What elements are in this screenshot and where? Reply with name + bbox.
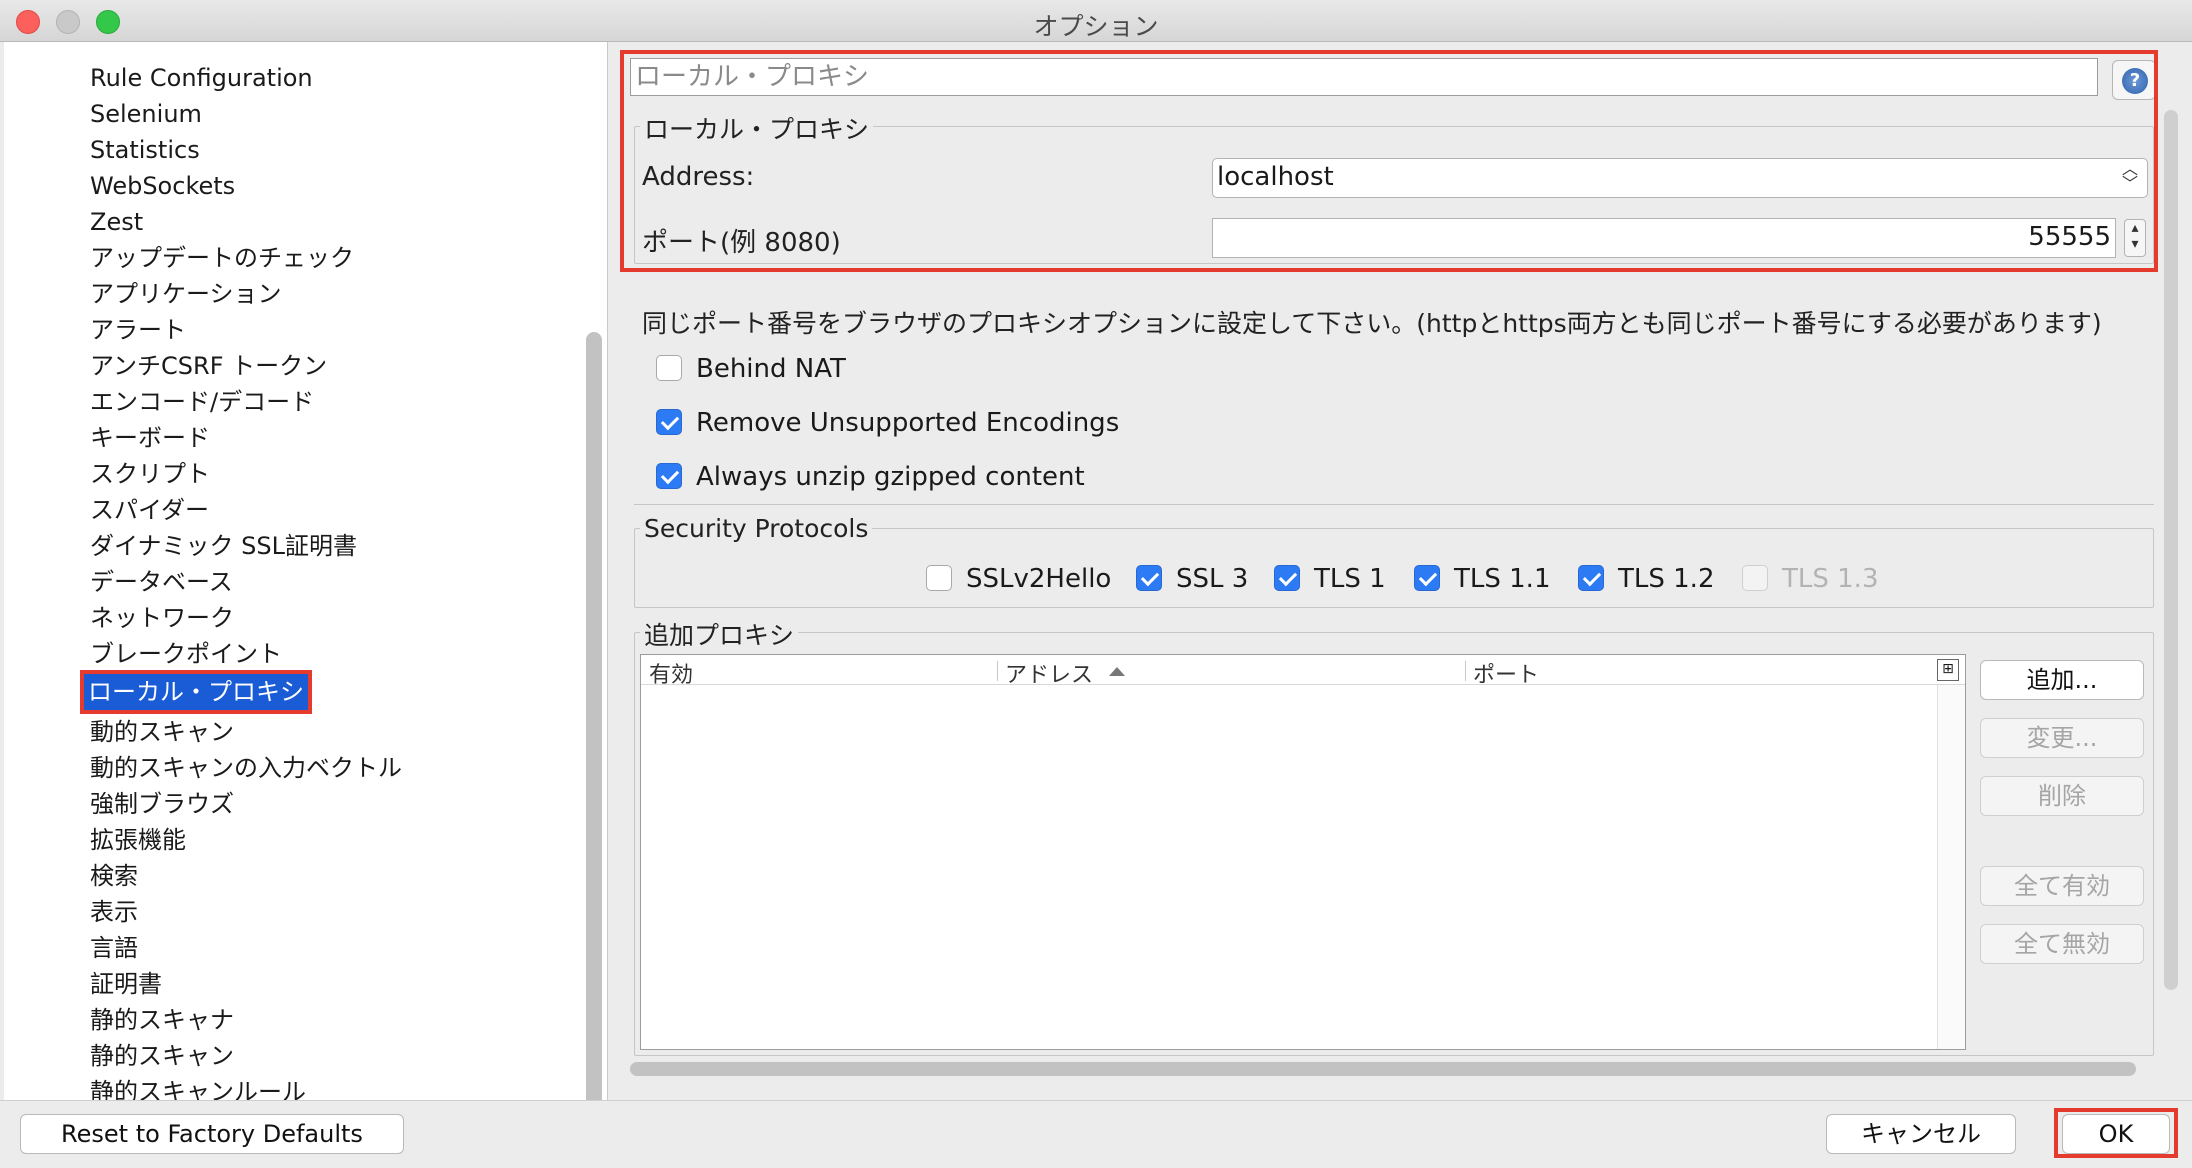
tree-item-passive-scan-rules[interactable]: 静的スキャンルール [86, 1074, 596, 1100]
tree-item-keyboard[interactable]: キーボード [86, 420, 596, 456]
tree-item-forced-browse[interactable]: 強制ブラウズ [86, 786, 596, 822]
options-tree-list: Rule Configuration Selenium Statistics W… [80, 42, 596, 1100]
column-header-enabled[interactable]: 有効 [649, 657, 693, 689]
tree-item-spider[interactable]: スパイダー [86, 492, 596, 528]
tree-item-passive-scanner[interactable]: 静的スキャナ [86, 1002, 596, 1038]
enable-all-button[interactable]: 全て有効 [1980, 866, 2144, 906]
tree-item-encode-decode[interactable]: エンコード/デコード [86, 384, 596, 420]
security-protocols-title: Security Protocols [640, 514, 873, 543]
tls11-checkbox[interactable]: TLS 1.1 [1414, 564, 1550, 594]
tls12-checkbox[interactable]: TLS 1.2 [1578, 564, 1714, 594]
column-header-address[interactable]: アドレス [1005, 657, 1093, 689]
tls13-checkbox: TLS 1.3 [1742, 564, 1878, 594]
panel-horizontal-scrollbar[interactable] [630, 1062, 2136, 1076]
tree-item-application[interactable]: アプリケーション [86, 276, 596, 312]
tree-item-certificates[interactable]: 証明書 [86, 966, 596, 1002]
sidebar-scrollbar[interactable] [586, 332, 602, 1100]
tree-item-active-scan[interactable]: 動的スキャン [86, 714, 596, 750]
tree-item-local-proxy[interactable]: ローカル・プロキシ [84, 674, 308, 710]
local-proxy-highlight [620, 50, 2158, 272]
table-header: 有効 アドレス ポート ⊞ [641, 655, 1965, 688]
tls1-checkbox[interactable]: TLS 1 [1274, 564, 1386, 594]
checkbox-checked-icon [1414, 565, 1440, 591]
tree-item-display[interactable]: 表示 [86, 894, 596, 930]
tree-item-language[interactable]: 言語 [86, 930, 596, 966]
checkbox-checked-icon [1274, 565, 1300, 591]
extra-proxy-title: 追加プロキシ [640, 616, 799, 652]
port-note: 同じポート番号をブラウザのプロキシオプションに設定して下さい。(httpとhtt… [642, 309, 2102, 338]
tree-item-rule-configuration[interactable]: Rule Configuration [86, 60, 596, 96]
checkbox-disabled-icon [1742, 565, 1768, 591]
options-window: オプション Rule Configuration Selenium Statis… [0, 0, 2192, 1168]
tree-item-anti-csrf[interactable]: アンチCSRF トークン [86, 348, 596, 384]
behind-nat-checkbox[interactable]: Behind NAT [656, 354, 846, 384]
divider [634, 504, 2154, 505]
tree-item-extensions[interactable]: 拡張機能 [86, 822, 596, 858]
column-separator [1465, 661, 1466, 681]
tree-item-zest[interactable]: Zest [86, 204, 596, 240]
always-unzip-checkbox[interactable]: Always unzip gzipped content [656, 462, 1085, 492]
tree-item-active-scan-input-vectors[interactable]: 動的スキャンの入力ベクトル [86, 750, 596, 786]
checkbox-unchecked-icon [656, 355, 682, 381]
ssl3-checkbox[interactable]: SSL 3 [1136, 564, 1248, 594]
modify-proxy-button[interactable]: 変更... [1980, 718, 2144, 758]
cancel-button[interactable]: キャンセル [1826, 1114, 2016, 1154]
tree-item-scripts[interactable]: スクリプト [86, 456, 596, 492]
tree-item-partial [86, 42, 596, 60]
checkbox-checked-icon [1136, 565, 1162, 591]
tree-item-update-check[interactable]: アップデートのチェック [86, 240, 596, 276]
tree-item-search[interactable]: 検索 [86, 858, 596, 894]
tree-item-websockets[interactable]: WebSockets [86, 168, 596, 204]
add-proxy-button[interactable]: 追加... [1980, 660, 2144, 700]
tree-item-breakpoints[interactable]: ブレークポイント [86, 636, 596, 672]
checkbox-unchecked-icon [926, 565, 952, 591]
remove-unsupported-encodings-checkbox[interactable]: Remove Unsupported Encodings [656, 408, 1119, 438]
options-tree: Rule Configuration Selenium Statistics W… [4, 42, 608, 1100]
checkbox-checked-icon [1578, 565, 1604, 591]
title-bar: オプション [0, 0, 2192, 42]
tree-item-dynamic-ssl[interactable]: ダイナミック SSL証明書 [86, 528, 596, 564]
window-title: オプション [1033, 12, 1159, 41]
tree-item-selenium[interactable]: Selenium [86, 96, 596, 132]
column-header-port[interactable]: ポート [1473, 657, 1539, 689]
column-separator [997, 661, 998, 681]
panel-vertical-scrollbar[interactable] [2164, 110, 2178, 990]
disable-all-button[interactable]: 全て無効 [1980, 924, 2144, 964]
checkbox-checked-icon [656, 409, 682, 435]
sslv2hello-checkbox[interactable]: SSLv2Hello [926, 564, 1111, 594]
column-picker-icon[interactable]: ⊞ [1937, 659, 1959, 681]
extra-proxy-table[interactable]: 有効 アドレス ポート ⊞ [640, 654, 1966, 1050]
tree-item-network[interactable]: ネットワーク [86, 600, 596, 636]
selected-item-highlight: ローカル・プロキシ [80, 670, 312, 714]
checkbox-checked-icon [656, 463, 682, 489]
ok-button-highlight [2054, 1108, 2178, 1158]
reset-to-factory-defaults-button[interactable]: Reset to Factory Defaults [20, 1114, 404, 1154]
table-scrollbar[interactable] [1937, 685, 1965, 1049]
tree-item-passive-scan[interactable]: 静的スキャン [86, 1038, 596, 1074]
tree-item-database[interactable]: データベース [86, 564, 596, 600]
tree-item-alerts[interactable]: アラート [86, 312, 596, 348]
remove-proxy-button[interactable]: 削除 [1980, 776, 2144, 816]
tree-item-statistics[interactable]: Statistics [86, 132, 596, 168]
sort-ascending-icon [1109, 667, 1125, 676]
